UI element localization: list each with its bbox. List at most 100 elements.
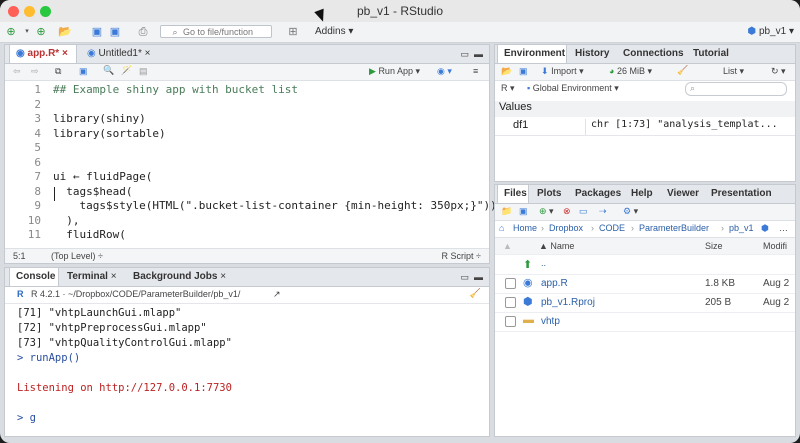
more-gear-icon[interactable]: ⚙ ▾ [623,206,638,217]
tab-console[interactable]: Console [9,268,59,286]
tab-app-r[interactable]: ◉ app.R* × [9,45,77,63]
line-number: 11 [27,228,41,241]
minimize-pane-icon[interactable]: ▬ [474,49,483,59]
new-blank-file-icon[interactable]: ⊕ ▾ [539,206,554,217]
tab-untitled1-label: Untitled1* [98,48,142,59]
home-icon[interactable]: ⌂ [499,223,504,233]
list-label: List [723,66,738,76]
tab-history-label: History [575,48,610,59]
view-mode-menu[interactable]: List ▾ [723,66,744,77]
back-icon[interactable]: ⇦ [13,66,21,77]
breadcrumb-dropbox[interactable]: Dropbox [549,223,583,233]
column-modified[interactable]: Modifi [763,241,787,251]
tab-files[interactable]: Files [497,185,529,203]
line-number: 6 [34,155,41,169]
load-workspace-icon[interactable]: 📂 [501,66,512,77]
breadcrumb-pb-v1[interactable]: pb_v1 [729,223,754,233]
environment-row[interactable]: df1 chr [1:73] "analysis_templat... [495,119,795,136]
parent-dir-row[interactable]: ⬆ .. [495,255,795,275]
breadcrumb-home[interactable]: Home [513,223,537,233]
go-to-dir-icon[interactable]: ↗ [273,289,281,300]
tab-connections[interactable]: Connections [617,45,685,63]
refresh-environment-icon[interactable]: ↻ ▾ [771,66,786,77]
file-type-selector[interactable]: R Script ÷ [442,251,481,261]
line-number: 10 [27,213,41,227]
tab-console-label: Console [16,271,56,282]
tab-presentation-label: Presentation [711,188,772,199]
grid-layout-icon[interactable]: ⊞ [286,25,300,39]
code-tools-icon[interactable]: 🪄 [121,65,132,76]
parent-dir-label: .. [541,258,547,268]
clear-workspace-icon[interactable]: 🧹 [677,65,688,76]
file-name[interactable]: pb_v1.Rproj [541,297,595,308]
forward-icon[interactable]: ⇨ [31,66,39,77]
tab-history[interactable]: History [569,45,615,63]
column-name[interactable]: ▲ Name [539,241,574,251]
cursor-position: 5:1 [13,251,26,261]
scope-selector[interactable]: (Top Level) ÷ [51,251,103,261]
tab-viewer[interactable]: Viewer [661,185,703,203]
print-icon[interactable]: ⎙ [136,25,150,39]
open-file-icon[interactable]: 📂 [58,25,72,39]
tab-plots[interactable]: Plots [531,185,567,203]
minimize-console-icon[interactable]: ▬ [474,272,483,282]
search-icon: ⌕ [172,27,178,37]
new-file-icon[interactable]: ⊕ [4,25,18,39]
publish-icon[interactable]: ◉ ▾ [437,66,452,77]
delete-icon[interactable]: ⊗ [563,206,571,217]
file-checkbox[interactable] [505,297,516,308]
select-all-checkbox[interactable]: ▲ [503,241,512,251]
line-number: 1 [34,83,41,96]
save-source-icon[interactable]: ▣ [79,66,88,77]
project-menu[interactable]: ⬢ pb_v1 ▾ [747,26,794,37]
tab-untitled1[interactable]: ◉ Untitled1* × [81,45,161,63]
file-row[interactable]: ◉ app.R 1.8 KB Aug 2 [495,274,795,294]
tab-presentation[interactable]: Presentation [705,185,795,203]
rproj-icon: ⬢ [761,223,769,233]
run-app-button[interactable]: ▶ Run App ▾ [369,66,420,77]
values-label: Values [499,101,532,113]
breadcrumb-parameterbuilder[interactable]: ParameterBuilder [639,223,709,233]
tab-help[interactable]: Help [625,185,659,203]
breadcrumb: ⌂ Home › Dropbox › CODE › ParameterBuild… [495,221,795,238]
maximize-console-icon[interactable]: ▭ [460,272,469,283]
new-project-icon[interactable]: ⊕ [34,25,48,39]
tab-packages[interactable]: Packages [569,185,623,203]
save-icon[interactable]: ▣ [90,25,104,39]
outline-icon[interactable]: ≡ [473,66,478,76]
folder-name[interactable]: vhtp [541,316,560,327]
environment-search-input[interactable]: ⌕ [685,82,787,96]
upload-icon[interactable]: ▣ [519,206,528,217]
addins-menu[interactable]: Addins ▾ [315,26,353,37]
import-dataset-menu[interactable]: ⬇ Import ▾ [541,66,584,77]
files-more-icon[interactable]: … [779,223,788,233]
file-row[interactable]: ⬢ pb_v1.Rproj 205 B Aug 2 [495,293,795,313]
move-icon[interactable]: ⇢ [599,206,607,217]
folder-row[interactable]: ▬ vhtp [495,312,795,332]
memory-usage[interactable]: ◕ 26 MiB ▾ [609,66,652,77]
clear-console-icon[interactable]: 🧹 [470,288,481,299]
save-all-icon[interactable]: ▣ [108,25,122,39]
console-working-dir: R 4.2.1 · ~/Dropbox/CODE/ParameterBuilde… [31,289,241,299]
file-name[interactable]: app.R [541,278,568,289]
column-size[interactable]: Size [705,241,723,251]
save-workspace-icon[interactable]: ▣ [519,66,528,77]
show-in-window-icon[interactable]: ⧉ [55,66,61,77]
dropdown-chevron-icon[interactable]: ▾ [20,25,34,39]
file-checkbox[interactable] [505,278,516,289]
tab-terminal[interactable]: Terminal × [61,268,125,286]
tab-environment[interactable]: Environment [497,45,567,63]
new-folder-icon[interactable]: 📁 [501,206,512,217]
find-icon[interactable]: 🔍 [103,65,114,76]
tab-background-jobs[interactable]: Background Jobs × [127,268,235,286]
files-tabs: Files Plots Packages Help Viewer Present… [495,185,795,204]
rename-icon[interactable]: ▭ [579,206,588,217]
tab-connections-label: Connections [623,48,684,59]
breadcrumb-code[interactable]: CODE [599,223,625,233]
language-selector[interactable]: R ▾ [501,83,515,94]
scope-menu[interactable]: ▪ Global Environment ▾ [527,83,619,94]
tab-tutorial[interactable]: Tutorial [687,45,739,63]
maximize-pane-icon[interactable]: ▭ [460,49,469,60]
file-checkbox[interactable] [505,316,516,327]
compile-icon[interactable]: ▤ [139,66,148,77]
